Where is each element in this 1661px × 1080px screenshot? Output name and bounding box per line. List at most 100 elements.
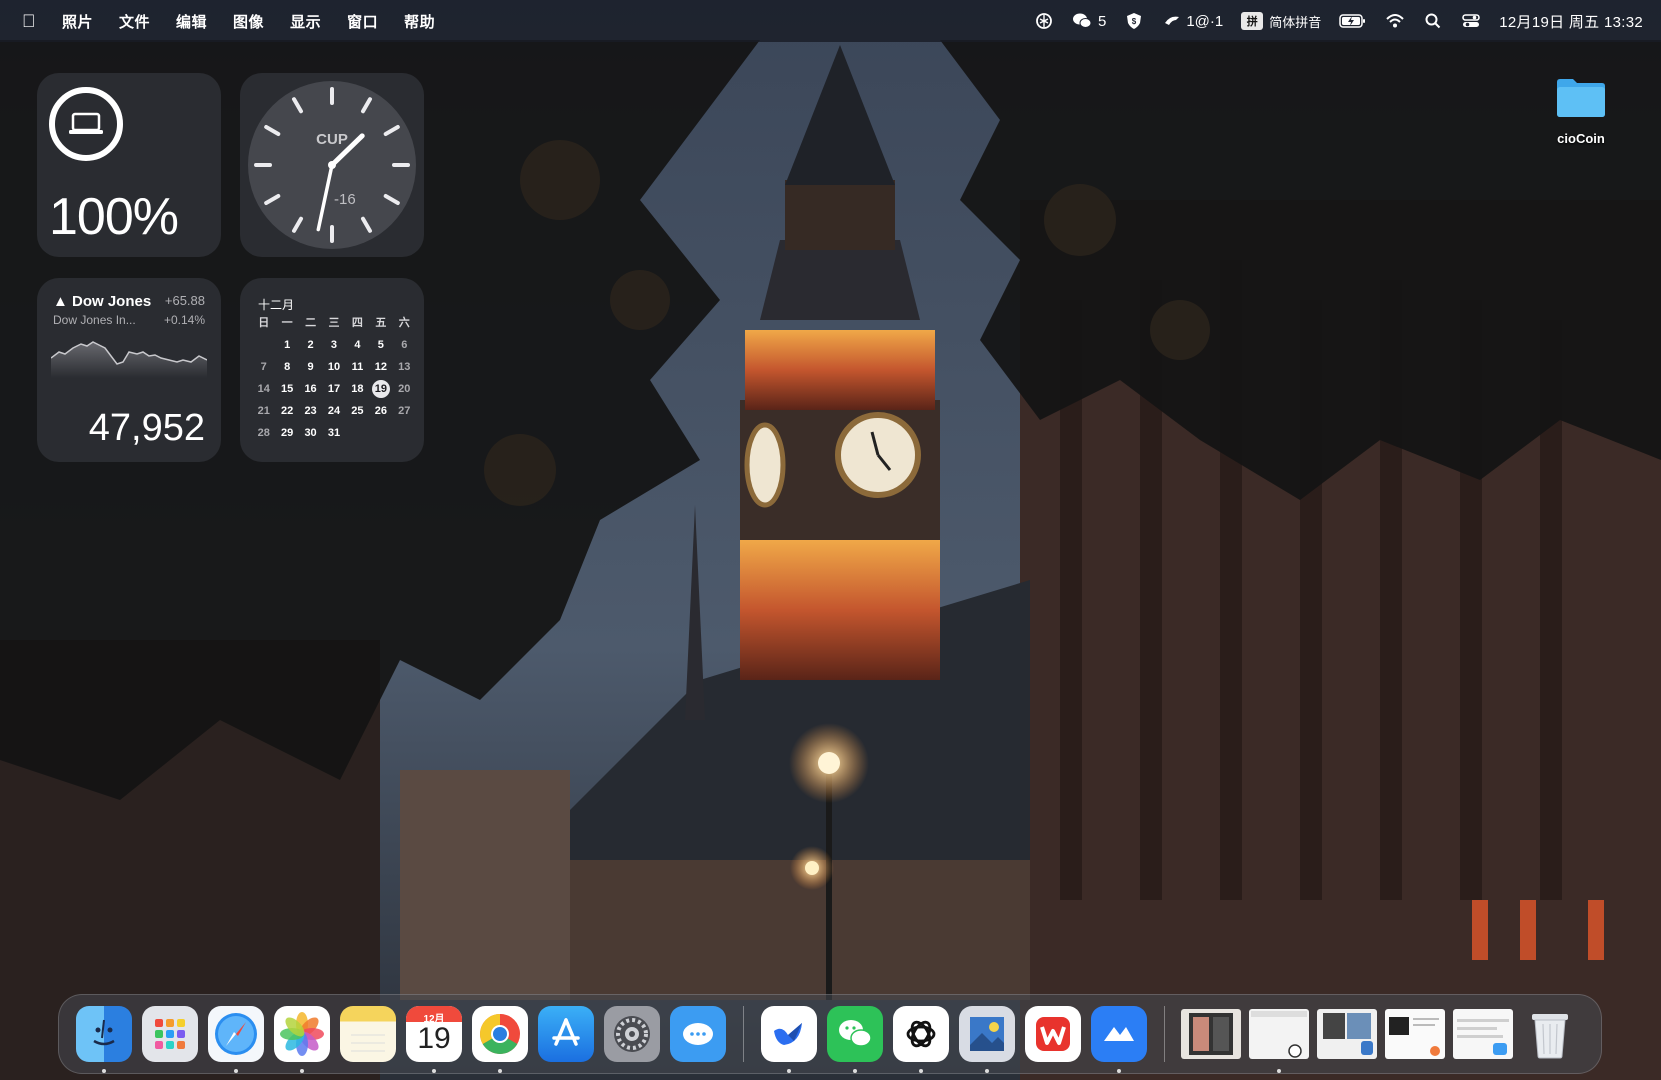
chatgpt-status-icon[interactable] [1034, 11, 1054, 31]
calendar-day: 20 [398, 383, 411, 395]
running-indicator [432, 1069, 436, 1073]
trash-icon[interactable] [1522, 1006, 1578, 1062]
calendar-day: 31 [327, 427, 341, 439]
calendar-app-icon[interactable]: 12月 19 [406, 1006, 462, 1073]
safari-icon[interactable] [208, 1006, 264, 1073]
calendar-day: 16 [304, 383, 317, 395]
menu-file[interactable]: 文件 [119, 11, 150, 32]
stock-change-percent: +0.14% [163, 313, 205, 327]
menu-edit[interactable]: 编辑 [176, 11, 207, 32]
wechat-icon[interactable] [827, 1006, 883, 1073]
apple-menu-icon[interactable]:  [22, 11, 36, 32]
recent-window-thumbnail[interactable] [1181, 1009, 1241, 1059]
wechat-status-icon[interactable]: 5 [1072, 11, 1106, 31]
chrome-icon[interactable] [472, 1006, 528, 1073]
clock-tick [264, 194, 281, 205]
calendar-weekday: 三 [328, 317, 340, 329]
calendar-day: 21 [257, 405, 270, 417]
clock-face: CUP -16 [248, 81, 416, 249]
running-indicator [985, 1069, 989, 1073]
calendar-day: 29 [281, 427, 294, 439]
calendar-day: 7 [260, 361, 267, 373]
calendar-today: 19 [371, 380, 390, 398]
calendar-weekday: 四 [351, 317, 363, 329]
stocks-widget[interactable]: ▲ Dow Jones +65.88 Dow Jones In... +0.14… [37, 278, 221, 462]
dock: 12月 19 [58, 994, 1602, 1074]
menu-view[interactable]: 显示 [290, 11, 321, 32]
running-indicator [102, 1069, 106, 1073]
recent-window-thumbnail[interactable] [1249, 1009, 1309, 1073]
battery-widget[interactable]: 100% [37, 73, 221, 257]
calendar-grid: 日一二三四五六 1 2 3 4 5 6 7 8 9 10 11 12 13 14 15 16 17 18 19 20 21… [252, 314, 416, 442]
calendar-day: 8 [284, 361, 291, 373]
world-clock-widget[interactable]: CUP -16 [240, 73, 424, 257]
wechat-count: 5 [1097, 12, 1107, 30]
finder-icon[interactable] [76, 1006, 132, 1073]
shield-status-icon[interactable]: $ [1124, 11, 1144, 31]
photos-icon[interactable] [274, 1006, 330, 1073]
calendar-day: 25 [351, 405, 364, 417]
messages-icon[interactable] [670, 1006, 726, 1062]
calendar-widget[interactable]: 十二月 日一二三四五六 1 2 3 4 5 6 7 8 9 10 11 12 13 14 15 16 17 18 19… [240, 278, 424, 462]
shortcut-text: 1@·1 [1186, 12, 1224, 30]
calendar-day: 2 [307, 339, 314, 351]
folder-icon [1557, 79, 1605, 117]
stock-value: 47,952 [88, 407, 205, 449]
system-settings-icon[interactable] [604, 1006, 660, 1062]
shortcut-status[interactable]: 1@·1 [1162, 11, 1223, 31]
stock-change: +65.88 [164, 293, 205, 308]
menu-window[interactable]: 窗口 [347, 11, 378, 32]
folder-label: cioCoin [1557, 131, 1605, 146]
clock-tick [361, 216, 372, 233]
menu-bar:  照片 文件 编辑 图像 显示 窗口 帮助 5 $ 1@·1 拼 简体拼音 [0, 0, 1661, 42]
clock-center [328, 161, 336, 169]
menu-help[interactable]: 帮助 [404, 11, 435, 32]
calendar-day: 13 [398, 361, 411, 373]
calendar-day: 15 [281, 383, 294, 395]
clock-offset: -16 [334, 191, 356, 208]
battery-charging-icon[interactable] [1339, 13, 1367, 29]
clock-tick [292, 216, 303, 233]
running-indicator [1277, 1069, 1281, 1073]
calendar-day: 28 [257, 427, 270, 439]
notes-icon[interactable] [340, 1006, 396, 1062]
lanhu-icon[interactable] [1091, 1006, 1147, 1073]
dock-separator [743, 1006, 744, 1062]
control-center-icon[interactable] [1461, 11, 1481, 31]
input-method-menu[interactable]: 拼 简体拼音 [1241, 12, 1321, 31]
menu-bar-clock[interactable]: 12月19日 周五 13:32 [1499, 11, 1643, 32]
ime-badge: 拼 [1241, 12, 1264, 30]
dock-separator [1164, 1006, 1165, 1062]
recent-window-thumbnail[interactable] [1453, 1009, 1513, 1059]
calendar-day: 27 [398, 405, 411, 417]
running-indicator [498, 1069, 502, 1073]
calendar-day: 10 [327, 361, 341, 373]
calendar-day: 3 [330, 339, 338, 351]
stock-sparkline [51, 341, 207, 378]
wps-office-icon[interactable] [1025, 1006, 1081, 1062]
preview-icon[interactable] [959, 1006, 1015, 1073]
running-indicator [234, 1069, 238, 1073]
calendar-day: 6 [401, 339, 408, 351]
launchpad-icon[interactable] [142, 1006, 198, 1062]
desktop-folder[interactable]: cioCoin [1538, 76, 1624, 146]
recent-window-thumbnail[interactable] [1385, 1009, 1445, 1059]
chatgpt-icon[interactable] [893, 1006, 949, 1073]
calendar-weekday: 二 [305, 317, 317, 329]
feishu-icon[interactable] [761, 1006, 817, 1073]
calendar-day: 14 [257, 383, 270, 395]
menu-image[interactable]: 图像 [233, 11, 264, 32]
calendar-app-day: 19 [417, 1022, 451, 1055]
svg-text:$: $ [1132, 17, 1137, 26]
spotlight-search-icon[interactable] [1423, 11, 1443, 31]
menu-photos[interactable]: 照片 [62, 11, 93, 32]
running-indicator [300, 1069, 304, 1073]
app-store-icon[interactable] [538, 1006, 594, 1062]
calendar-day: 18 [351, 383, 364, 395]
wifi-icon[interactable] [1385, 11, 1405, 31]
calendar-day: 30 [304, 427, 317, 439]
laptop-icon [69, 112, 103, 134]
stock-full-name: Dow Jones In... [53, 313, 136, 327]
clock-tick [292, 97, 303, 114]
recent-window-thumbnail[interactable] [1317, 1009, 1377, 1059]
